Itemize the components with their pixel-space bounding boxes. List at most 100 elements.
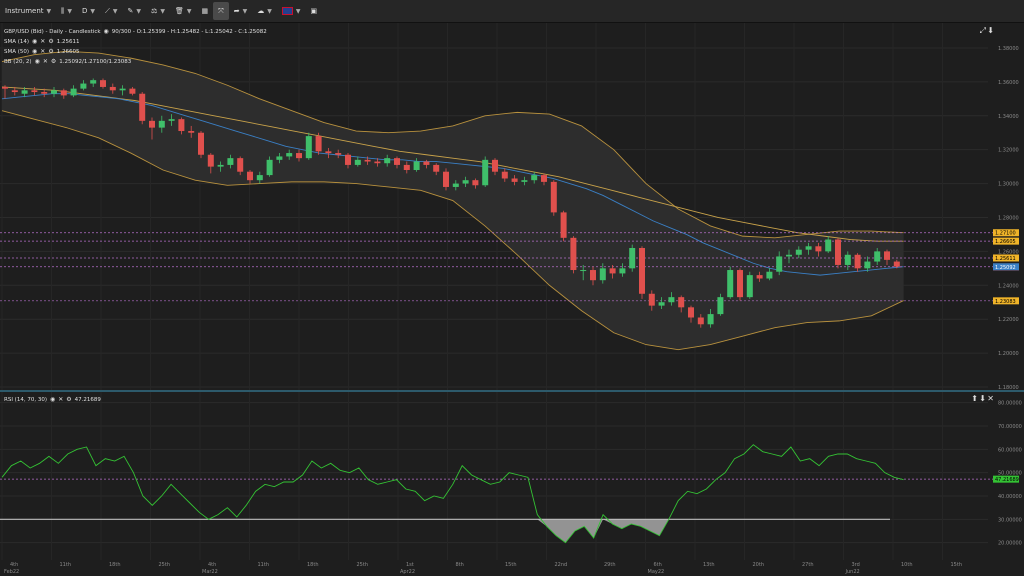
gear-icon[interactable]: ⚙ <box>66 396 71 403</box>
candle-body <box>443 171 449 187</box>
x-month-label: Jun22 <box>845 569 860 575</box>
candle-body <box>521 180 528 182</box>
candle-body <box>590 270 596 281</box>
eye-icon[interactable]: ◉ <box>50 396 55 403</box>
candle-body <box>51 90 57 94</box>
snapshot-icon: ▣ <box>310 7 318 15</box>
line-tool-menu[interactable]: ⟋ ▼ <box>100 2 123 20</box>
candle-body <box>217 164 224 167</box>
candle-body <box>854 254 861 269</box>
legend-title: GBP/USD (Bid) - Daily - Candlestick <box>4 28 101 35</box>
arrow-down-icon[interactable]: ⬇ <box>987 26 994 35</box>
chevron-down-icon: ▼ <box>90 7 96 15</box>
y-tick-label: 70.00000 <box>998 424 1022 430</box>
candle-body <box>178 119 185 132</box>
candle-body <box>560 212 567 238</box>
legend-sma14: SMA (14) ◉ ✕ ⚙ 1.25611 <box>4 38 79 45</box>
rsi-value-tag-label: 47.21689 <box>995 477 1019 483</box>
indicators-menu[interactable]: ⚖ ▼ <box>146 2 170 20</box>
close-icon[interactable]: ✕ <box>40 48 45 55</box>
y-tick-label: 80.00000 <box>998 401 1022 407</box>
layout-icon: ▦ <box>201 7 209 15</box>
gear-icon[interactable]: ⚙ <box>48 48 53 55</box>
candle-body <box>737 270 743 298</box>
rsi-line <box>1 444 904 544</box>
line-tool-icon: ⟋ <box>105 6 110 15</box>
candle-body <box>11 90 18 93</box>
y-tick-label: 1.20000 <box>998 351 1019 357</box>
trash-icon: 🗑 <box>174 7 184 15</box>
candle-body <box>786 254 792 257</box>
oversold-area <box>537 519 604 543</box>
share-icon: ➦ <box>233 7 240 15</box>
layout-button[interactable]: ▦ <box>196 2 213 20</box>
candle-body <box>570 237 577 271</box>
chevron-down-icon: ▼ <box>67 7 72 15</box>
expand-icon[interactable]: ⤢ <box>980 26 986 36</box>
x-tick-label: 13th <box>703 562 715 568</box>
close-icon[interactable]: ✕ <box>43 58 48 65</box>
candle-body <box>668 297 675 303</box>
eye-icon[interactable]: ◉ <box>35 58 40 65</box>
price-tag-label: 1.25611 <box>995 256 1016 262</box>
gear-icon[interactable]: ⚙ <box>51 58 56 65</box>
snapshot-button[interactable]: ▣ <box>305 2 322 20</box>
x-tick-label: 4th <box>208 562 216 568</box>
price-chart[interactable]: 1.38000 1.36000 1.34000 1.32000 1.30000 1.280… <box>0 23 1024 390</box>
delete-menu[interactable]: 🗑 ▼ <box>170 2 197 20</box>
flag-uk-icon <box>281 7 293 15</box>
x-tick-label: 29th <box>604 562 616 568</box>
x-tick-label: 15th <box>951 562 963 568</box>
candle-body <box>394 158 400 165</box>
weather-icon: ☁ <box>257 7 265 15</box>
fullscreen-icon: ⤧ <box>218 6 224 15</box>
price-pane[interactable]: 1.38000 1.36000 1.34000 1.32000 1.30000 1.280… <box>0 23 1024 390</box>
instrument-menu[interactable]: Instrument ▼ <box>0 2 56 20</box>
legend-sma50-label: SMA (50) <box>4 48 30 55</box>
candle-body <box>286 153 293 157</box>
candle-body <box>756 275 763 279</box>
close-icon[interactable]: ✕ <box>40 38 45 45</box>
eye-icon[interactable]: ◉ <box>32 38 37 45</box>
candle-body <box>100 80 106 87</box>
candle-body <box>198 132 204 155</box>
candle-body <box>403 164 410 171</box>
candle-body <box>697 317 704 325</box>
candle-body <box>609 268 616 274</box>
share-menu[interactable]: ➦ ▼ <box>229 2 253 20</box>
oversold-area <box>603 519 669 536</box>
close-icon[interactable]: ✕ <box>987 394 994 403</box>
eye-icon[interactable]: ◉ <box>32 48 37 55</box>
pen-icon: ✎ <box>127 7 134 15</box>
candle-body <box>815 246 822 252</box>
move-up-icon[interactable]: ⬆ <box>971 394 978 403</box>
candle-body <box>2 86 8 89</box>
y-tick-label: 1.32000 <box>998 148 1019 154</box>
language-menu[interactable]: ▼ <box>277 2 306 20</box>
rsi-pane[interactable]: 80.00000 70.00000 60.00000 50.00000 40.00000… <box>0 392 1024 560</box>
candle-body <box>423 161 430 165</box>
candle-body <box>109 86 116 91</box>
gear-icon[interactable]: ⚙ <box>48 38 53 45</box>
price-tag-label: 1.23083 <box>995 299 1016 305</box>
close-icon[interactable]: ✕ <box>58 396 63 403</box>
fullscreen-button[interactable]: ⤧ <box>213 2 229 20</box>
chart-type-menu[interactable]: ⫼ ▼ <box>56 2 77 20</box>
candle-body <box>580 270 587 272</box>
timeframe-menu[interactable]: D ▼ <box>77 2 100 20</box>
eye-icon[interactable]: ◉ <box>104 28 109 35</box>
weather-menu[interactable]: ☁ ▼ <box>252 2 277 20</box>
x-month-label: Feb22 <box>4 569 19 575</box>
chevron-down-icon: ▼ <box>160 7 165 15</box>
time-axis[interactable]: 4th 11th 18th 25th 4th 11th 18th 25th 1st 8th 15th… <box>0 560 1024 576</box>
x-tick-label: 18th <box>109 562 121 568</box>
candle-body <box>325 151 332 154</box>
candle-body <box>80 83 87 89</box>
x-tick-label: 8th <box>456 562 464 568</box>
candle-body <box>795 249 802 255</box>
pen-menu[interactable]: ✎ ▼ <box>123 2 147 20</box>
arrow-down-icon[interactable]: ⬇ <box>979 394 986 403</box>
candle-body <box>648 293 655 306</box>
rsi-chart[interactable]: 80.0000070.0000060.0000050.0000040.00000… <box>0 392 1024 560</box>
candle-body <box>247 171 253 181</box>
